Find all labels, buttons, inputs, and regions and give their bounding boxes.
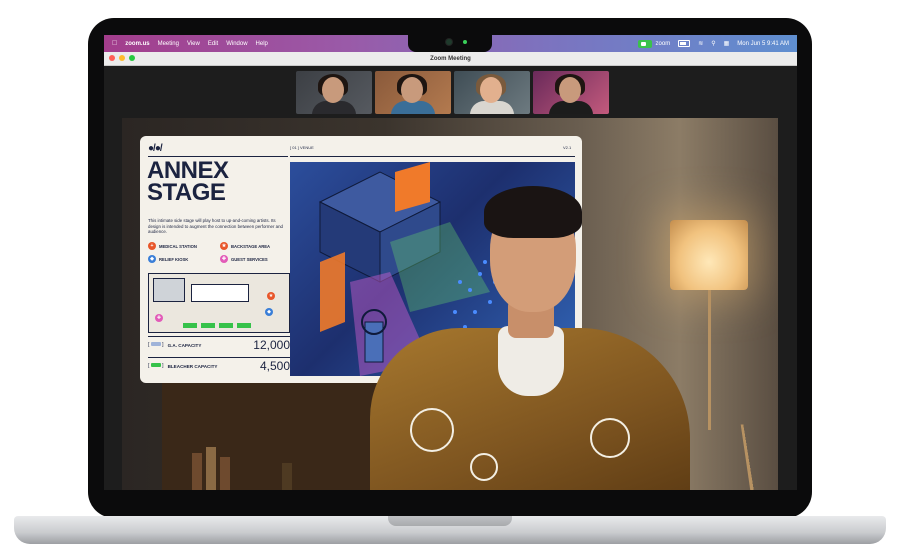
slide-logo: ●/●/ bbox=[148, 143, 163, 154]
capacity-row: [ ] BLEACHER CAPACITY 4,500 bbox=[148, 357, 290, 374]
floor-plan-stage bbox=[191, 284, 249, 302]
divider bbox=[290, 156, 575, 157]
slide-title: ANNEX STAGE bbox=[147, 157, 229, 206]
participant-tile[interactable] bbox=[296, 71, 372, 114]
participant-face bbox=[401, 77, 423, 103]
control-center-icon[interactable]: ▦ bbox=[724, 40, 730, 47]
participant-face bbox=[322, 77, 344, 103]
screen:  zoom.us Meeting View Edit Window Help … bbox=[104, 35, 797, 490]
window-controls bbox=[109, 55, 135, 61]
slide-section-label: [ 01 ] VENUE bbox=[290, 145, 314, 150]
legend-item: ✚ GUEST SERVICES bbox=[220, 255, 268, 263]
bleacher-block bbox=[219, 323, 233, 328]
window-title: Zoom Meeting bbox=[430, 55, 471, 62]
app-menu[interactable]: zoom.us bbox=[125, 41, 149, 47]
camera-indicator-icon bbox=[463, 40, 467, 44]
star-icon: ★ bbox=[267, 292, 275, 300]
laptop-base bbox=[14, 516, 886, 544]
star-icon: ★ bbox=[220, 242, 228, 250]
legend-label: RELIEF KIOSK bbox=[159, 256, 189, 262]
camera-notch bbox=[408, 35, 492, 52]
camera-lens-icon bbox=[446, 39, 452, 45]
trackpad-notch bbox=[388, 516, 512, 526]
wifi-icon[interactable]: ≋ bbox=[698, 40, 703, 47]
participant-face bbox=[559, 77, 581, 103]
guest-services-icon: ✚ bbox=[155, 314, 163, 322]
jacket-embroidery bbox=[410, 408, 454, 452]
participant-face bbox=[480, 77, 502, 103]
menu-edit[interactable]: Edit bbox=[208, 41, 218, 47]
capacity-label: BLEACHER CAPACITY bbox=[167, 363, 218, 369]
menu-help[interactable]: Help bbox=[256, 41, 268, 47]
participant-tile[interactable] bbox=[375, 71, 451, 114]
floor-plan: ★ ✚ ◆ bbox=[148, 273, 290, 333]
legend-label: BACKSTAGE AREA bbox=[231, 243, 271, 249]
bleacher-block bbox=[201, 323, 215, 328]
fullscreen-icon[interactable] bbox=[129, 55, 135, 61]
bleacher-block bbox=[237, 323, 251, 328]
presenter bbox=[370, 178, 710, 490]
legend-item: + MEDICAL STATION bbox=[148, 242, 197, 250]
participant-tile[interactable] bbox=[533, 71, 609, 114]
capacity-row: [ ] G.A. CAPACITY 12,000 bbox=[148, 336, 290, 353]
menu-view[interactable]: View bbox=[187, 41, 200, 47]
background-bookshelf bbox=[162, 383, 392, 490]
jacket-embroidery bbox=[590, 418, 630, 458]
capacity-label: G.A. CAPACITY bbox=[167, 342, 202, 348]
minimize-icon[interactable] bbox=[119, 55, 125, 61]
water-drop-icon: ◆ bbox=[265, 308, 273, 316]
participant-tile[interactable] bbox=[454, 71, 530, 114]
video-camera-icon bbox=[637, 39, 652, 48]
participant-strip bbox=[296, 71, 609, 114]
meeting-area: ●/●/ [ 01 ] VENUE V2.1 ANNEX STAGE This … bbox=[104, 66, 797, 490]
zoom-status-label: zoom bbox=[655, 40, 671, 47]
slide-version-label: V2.1 bbox=[563, 145, 572, 150]
guest-services-icon: ✚ bbox=[220, 255, 228, 263]
zoom-status-item[interactable]: zoom bbox=[637, 39, 671, 48]
legend-label: GUEST SERVICES bbox=[231, 256, 268, 262]
capacity-value: 12,000 bbox=[253, 338, 290, 352]
capacity-swatch: [ ] bbox=[148, 342, 164, 348]
capacity-value: 4,500 bbox=[259, 359, 290, 373]
menu-meeting[interactable]: Meeting bbox=[158, 41, 179, 47]
jacket-embroidery bbox=[470, 453, 498, 481]
apple-menu-icon[interactable]:  bbox=[112, 40, 117, 47]
floor-plan-zone bbox=[153, 278, 185, 302]
bleacher-block bbox=[183, 323, 197, 328]
legend-item: ★ BACKSTAGE AREA bbox=[220, 242, 270, 250]
medical-icon: + bbox=[148, 242, 156, 250]
slide-description: This intimate side stage will play host … bbox=[148, 218, 283, 234]
menu-window[interactable]: Window bbox=[226, 41, 247, 47]
water-drop-icon: ◆ bbox=[148, 255, 156, 263]
battery-icon[interactable] bbox=[678, 40, 691, 47]
window-titlebar: Zoom Meeting bbox=[104, 52, 797, 66]
capacity-swatch: [ ] bbox=[148, 363, 164, 369]
speaker-video: ●/●/ [ 01 ] VENUE V2.1 ANNEX STAGE This … bbox=[122, 118, 778, 490]
clock[interactable]: Mon Jun 5 9:41 AM bbox=[737, 41, 789, 47]
presenter-hair bbox=[484, 186, 582, 238]
close-icon[interactable] bbox=[109, 55, 115, 61]
legend-label: MEDICAL STATION bbox=[159, 243, 197, 249]
legend-item: ◆ RELIEF KIOSK bbox=[148, 255, 188, 263]
search-icon[interactable]: ⚲ bbox=[711, 40, 715, 47]
